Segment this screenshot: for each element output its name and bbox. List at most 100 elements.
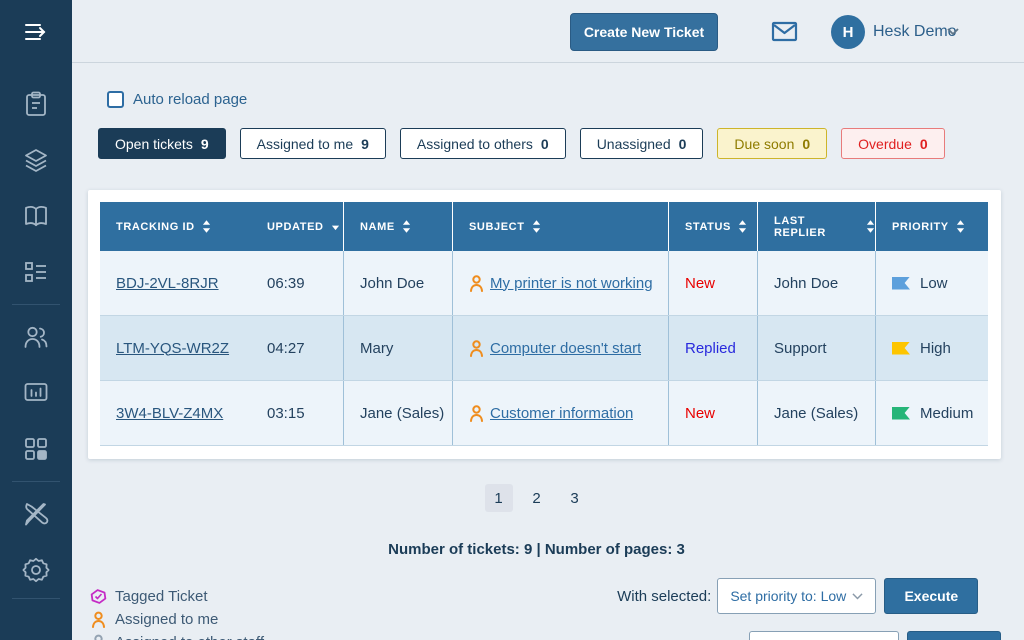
tagged-ticket-icon [90, 588, 107, 605]
menu-toggle-icon[interactable] [22, 18, 50, 46]
chevron-down-icon [947, 28, 959, 36]
mail-icon[interactable] [771, 19, 798, 44]
priority-flag-icon [892, 277, 910, 290]
assigned-to-other-staff-icon [90, 634, 107, 640]
updated-cell: 06:39 [251, 251, 343, 315]
column-header-priority[interactable]: PRIORITY [875, 202, 988, 251]
sidebar-item-modules[interactable] [22, 435, 50, 463]
legend-assigned-to-other-staff: Assigned to other staff [90, 631, 264, 640]
sidebar-item-tickets[interactable] [22, 90, 50, 118]
sidebar-item-customers[interactable] [22, 323, 50, 351]
hesk-admin-app: Create New Ticket H Hesk Demo Auto reloa… [0, 0, 1024, 640]
tickets-summary: Number of tickets: 9 | Number of pages: … [72, 541, 1001, 558]
subject-link[interactable]: My printer is not working [490, 275, 653, 292]
column-header-tracking-id[interactable]: TRACKING ID [100, 202, 251, 251]
priority-flag-icon [892, 342, 910, 355]
sort-both-icon [532, 220, 541, 233]
table-header-row: TRACKING ID UPDATED NAME SUBJECT [100, 202, 988, 251]
icon-legend: Tagged Ticket Assigned to me Assigned to… [90, 585, 264, 640]
assigned-person-icon [469, 340, 484, 357]
filter-overdue[interactable]: Overdue0 [841, 128, 945, 159]
sort-both-icon [202, 220, 211, 233]
column-header-updated[interactable]: UPDATED [251, 202, 343, 251]
subject-cell: Computer doesn't start [452, 316, 668, 380]
priority-cell: High [875, 316, 988, 380]
last-replier-cell: Support [757, 316, 875, 380]
column-header-last-replier[interactable]: LAST REPLIER [757, 202, 875, 251]
name-cell: Jane (Sales) [343, 381, 452, 445]
assigned-to-me-icon [90, 611, 107, 628]
updated-cell: 03:15 [251, 381, 343, 445]
sidebar-divider [12, 598, 60, 599]
status-badge: Replied [685, 340, 736, 357]
topbar: Create New Ticket H Hesk Demo [72, 0, 1024, 63]
sort-both-icon [866, 220, 875, 233]
subject-cell: Customer information [452, 381, 668, 445]
sidebar-item-reports[interactable] [22, 378, 50, 406]
user-avatar[interactable]: H [831, 15, 865, 49]
page-button-2[interactable]: 2 [523, 484, 551, 512]
user-menu[interactable]: Hesk Demo [873, 23, 957, 41]
tracking-id-link[interactable]: BDJ-2VL-8RJR [116, 275, 219, 292]
subject-link[interactable]: Customer information [490, 405, 633, 422]
tracking-id-link[interactable]: LTM-YQS-WR2Z [116, 340, 229, 357]
assign-button[interactable]: Assign [907, 631, 1001, 640]
tracking-id-link[interactable]: 3W4-BLV-Z4MX [116, 405, 223, 422]
create-new-ticket-button[interactable]: Create New Ticket [570, 13, 718, 51]
assign-select[interactable]: Click to Select [749, 631, 899, 640]
name-cell: John Doe [343, 251, 452, 315]
sidebar-item-settings[interactable] [22, 556, 50, 584]
priority-select[interactable]: Set priority to: Low [717, 578, 876, 614]
legend-tagged-ticket: Tagged Ticket [90, 585, 264, 608]
last-replier-cell: John Doe [757, 251, 875, 315]
auto-reload-checkbox[interactable] [107, 91, 124, 108]
subject-cell: My printer is not working [452, 251, 668, 315]
with-selected-row: With selected: Set priority to: Low Exec… [617, 578, 1001, 614]
tickets-card: TRACKING ID UPDATED NAME SUBJECT [88, 190, 1001, 459]
filter-due-soon[interactable]: Due soon0 [717, 128, 827, 159]
filter-assigned-to-me[interactable]: Assigned to me9 [240, 128, 386, 159]
sidebar-item-customize[interactable] [22, 500, 50, 528]
column-header-status[interactable]: STATUS [668, 202, 757, 251]
pagination: 1 2 3 [72, 484, 1001, 512]
subject-link[interactable]: Computer doesn't start [490, 340, 641, 357]
column-header-subject[interactable]: SUBJECT [452, 202, 668, 251]
sidebar [0, 0, 72, 640]
filter-tabs: Open tickets9 Assigned to me9 Assigned t… [98, 128, 945, 159]
name-cell: Mary [343, 316, 452, 380]
execute-button[interactable]: Execute [884, 578, 978, 614]
chevron-down-icon [852, 593, 863, 600]
filter-assigned-to-others[interactable]: Assigned to others0 [400, 128, 566, 159]
priority-cell: Low [875, 251, 988, 315]
ticket-row: BDJ-2VL-8RJR 06:39 John Doe My printer i… [100, 251, 988, 316]
status-badge: New [685, 275, 715, 292]
page-button-1[interactable]: 1 [485, 484, 513, 512]
tickets-table: TRACKING ID UPDATED NAME SUBJECT [100, 202, 988, 446]
column-header-name[interactable]: NAME [343, 202, 452, 251]
ticket-row: LTM-YQS-WR2Z 04:27 Mary Computer doesn't… [100, 316, 988, 381]
sidebar-item-knowledgebase[interactable] [22, 202, 50, 230]
priority-flag-icon [892, 407, 910, 420]
sidebar-divider [12, 304, 60, 305]
sort-both-icon [738, 220, 747, 233]
auto-reload-control[interactable]: Auto reload page [98, 91, 247, 108]
bulk-actions: With selected: Set priority to: Low Exec… [617, 578, 1001, 640]
updated-cell: 04:27 [251, 316, 343, 380]
assigned-person-icon [469, 275, 484, 292]
sidebar-item-layers[interactable] [22, 146, 50, 174]
page-button-3[interactable]: 3 [561, 484, 589, 512]
legend-assigned-to-me: Assigned to me [90, 608, 264, 631]
last-replier-cell: Jane (Sales) [757, 381, 875, 445]
filter-open-tickets[interactable]: Open tickets9 [98, 128, 226, 159]
sidebar-item-checklist[interactable] [22, 258, 50, 286]
sort-desc-icon [331, 220, 340, 233]
ticket-row: 3W4-BLV-Z4MX 03:15 Jane (Sales) Customer… [100, 381, 988, 446]
priority-cell: Medium [875, 381, 988, 445]
main-content: Auto reload page Open tickets9 Assigned … [72, 64, 1024, 640]
assign-selected-row: Assign selected to: Click to Select Assi… [617, 631, 1001, 640]
filter-unassigned[interactable]: Unassigned0 [580, 128, 704, 159]
sidebar-divider [12, 481, 60, 482]
sort-both-icon [956, 220, 965, 233]
sort-both-icon [402, 220, 411, 233]
auto-reload-label: Auto reload page [133, 91, 247, 108]
